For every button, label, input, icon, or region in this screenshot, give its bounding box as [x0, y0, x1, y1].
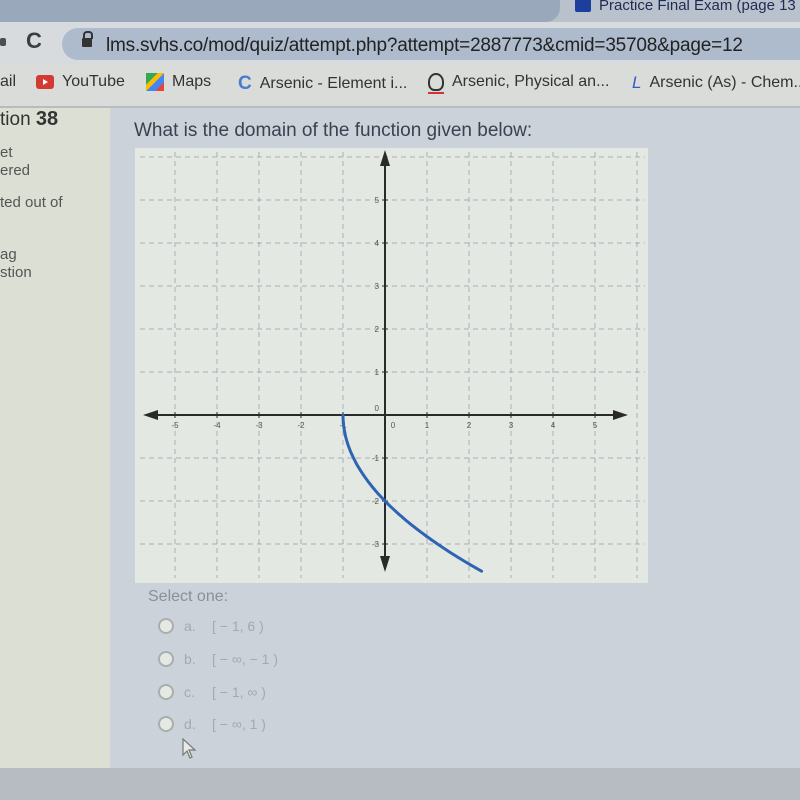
- tab-label: Practice Final Exam (page 13: [599, 0, 796, 14]
- select-one-label: Select one:: [148, 588, 229, 605]
- active-tab[interactable]: [0, 0, 560, 22]
- bottom-edge: [0, 768, 800, 800]
- radio-button[interactable]: [158, 716, 174, 732]
- radio-button[interactable]: [158, 684, 174, 700]
- option-letter: a.: [184, 618, 196, 634]
- option-text: [ − ∞, − 1 ): [212, 651, 279, 667]
- youtube-icon: [36, 75, 54, 89]
- function-graph: [135, 148, 648, 583]
- tab-practice-final-exam[interactable]: Practice Final Exam (page 13: [575, 0, 796, 16]
- marks-text: ted out of: [0, 194, 63, 211]
- back-arrow-icon[interactable]: [0, 38, 6, 46]
- option-letter: c.: [184, 684, 195, 700]
- question-number: tion 38: [0, 108, 59, 130]
- c-icon: C: [238, 73, 252, 94]
- l-icon: L: [632, 73, 642, 92]
- bookmark-label: YouTube: [62, 73, 125, 90]
- radio-button[interactable]: [158, 651, 174, 667]
- divider: [0, 106, 800, 108]
- bookmark-arsenic-element[interactable]: C Arsenic - Element i...: [238, 73, 407, 95]
- status-text: et: [0, 144, 13, 161]
- bookmark-youtube[interactable]: YouTube: [36, 73, 125, 91]
- option-b[interactable]: b. [ − ∞, − 1 ): [158, 651, 278, 667]
- option-c[interactable]: c. [ − 1, ∞ ): [158, 684, 266, 700]
- option-letter: b.: [184, 651, 196, 667]
- bookmark-label: Arsenic, Physical an...: [452, 73, 610, 90]
- option-text: [ − 1, ∞ ): [212, 684, 266, 700]
- bookmark-label: ail: [0, 73, 17, 90]
- maps-icon: [146, 73, 164, 91]
- option-text: [ − ∞, 1 ): [212, 716, 266, 732]
- tab-strip: Practice Final Exam (page 13: [0, 0, 800, 22]
- url-text[interactable]: lms.svhs.co/mod/quiz/attempt.php?attempt…: [106, 35, 743, 57]
- tab-favicon-icon: [575, 0, 591, 12]
- bookmark-mail[interactable]: ail: [0, 73, 16, 91]
- option-d[interactable]: d. [ − ∞, 1 ): [158, 716, 266, 732]
- question-text: What is the domain of the function given…: [134, 120, 533, 141]
- bookmark-label: Arsenic - Element i...: [259, 75, 408, 92]
- lock-icon[interactable]: [82, 31, 93, 48]
- bookmark-maps[interactable]: Maps: [146, 73, 211, 91]
- bookmark-label: Arsenic (As) - Chem...: [649, 74, 800, 91]
- reload-icon[interactable]: C: [26, 28, 42, 54]
- flag-question-link[interactable]: ag: [0, 246, 17, 263]
- bookmark-label: Maps: [172, 73, 212, 90]
- option-letter: d.: [184, 716, 196, 732]
- flag-question-link[interactable]: stion: [0, 264, 32, 281]
- bookmark-arsenic-chem[interactable]: L Arsenic (As) - Chem...: [632, 73, 800, 93]
- chemistry-icon: [428, 73, 444, 94]
- option-text: [ − 1, 6 ): [212, 618, 264, 634]
- status-text: ered: [0, 162, 31, 179]
- radio-button[interactable]: [158, 618, 174, 634]
- bookmark-arsenic-physical[interactable]: Arsenic, Physical an...: [428, 73, 610, 94]
- option-a[interactable]: a. [ − 1, 6 ): [158, 618, 264, 634]
